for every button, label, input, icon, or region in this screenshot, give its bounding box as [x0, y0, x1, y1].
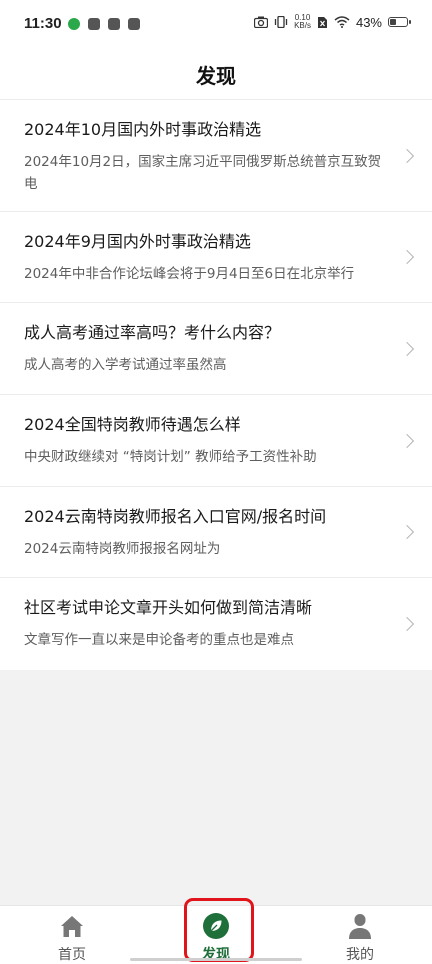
article-desc: 2024年中非合作论坛峰会将于9月4日至6日在北京举行 [24, 266, 355, 282]
article-desc: 中央财政继续对 “特岗计划” 教师给予工资性补助 [24, 449, 317, 465]
article-desc: 文章写作一直以来是申论备考的重点也是难点 [24, 632, 294, 648]
article-title: 2024云南特岗教师报名入口官网/报名时间 [24, 507, 327, 526]
mail-notification-icon [88, 18, 100, 30]
user-icon [349, 914, 371, 939]
wifi-icon [334, 16, 350, 28]
tab-mine[interactable]: 我的 [288, 906, 432, 964]
list-item[interactable]: 2024年9月国内外时事政治精选 2024年中非合作论坛峰会将于9月4日至6日在… [0, 212, 432, 303]
battery-level-fill [390, 19, 397, 25]
chevron-right-icon [399, 341, 415, 356]
chevron-right-icon [399, 148, 415, 163]
page-header: 发现 [0, 50, 432, 100]
chevron-right-icon [399, 616, 415, 632]
list-item[interactable]: 2024全国特岗教师待遇怎么样 中央财政继续对 “特岗计划” 教师给予工资性补助 [0, 395, 432, 487]
article-desc: 2024云南特岗教师报报名网址为 [24, 541, 221, 557]
article-title: 2024年9月国内外时事政治精选 [24, 232, 251, 251]
chevron-right-icon [399, 433, 415, 448]
vibrate-icon [274, 16, 288, 28]
net-speed-unit: KB/s [294, 21, 311, 30]
article-desc: 2024年10月2日，国家主席习近平同俄罗斯总统普京互致贺电 [24, 154, 382, 192]
article-title: 成人高考通过率高吗？考什么内容？ [24, 323, 281, 342]
app-notification-icon [128, 18, 140, 30]
sync-notification-icon [108, 18, 120, 30]
status-bar: 11:30 0.10 KB/s 43% [0, 0, 432, 50]
home-indicator[interactable] [130, 958, 302, 961]
home-icon [61, 916, 83, 937]
status-right: 0.10 KB/s 43% [254, 14, 411, 30]
notification-icons [68, 18, 140, 30]
active-tab-highlight [184, 898, 254, 962]
tab-home-label: 首页 [58, 947, 86, 963]
net-speed: 0.10 KB/s [294, 14, 311, 30]
tab-mine-label: 我的 [346, 947, 374, 963]
battery-icon [388, 17, 411, 27]
chevron-right-icon [399, 524, 415, 540]
chevron-right-icon [399, 249, 415, 265]
status-time: 11:30 [24, 15, 62, 32]
page-title: 发现 [196, 64, 236, 88]
list-item[interactable]: 2024云南特岗教师报名入口官网/报名时间 2024云南特岗教师报报名网址为 [0, 487, 432, 578]
article-list: 2024年10月国内外时事政治精选 2024年10月2日，国家主席习近平同俄罗斯… [0, 100, 432, 670]
battery-percent: 43% [355, 14, 382, 30]
article-title: 2024全国特岗教师待遇怎么样 [24, 415, 241, 434]
camera-icon [254, 16, 269, 28]
list-item[interactable]: 2024年10月国内外时事政治精选 2024年10月2日，国家主席习近平同俄罗斯… [0, 100, 432, 212]
article-title: 社区考试申论文章开头如何做到简洁清晰 [24, 598, 313, 617]
article-title: 2024年10月国内外时事政治精选 [24, 120, 262, 139]
tab-home[interactable]: 首页 [0, 906, 144, 964]
article-desc: 成人高考的入学考试通过率虽然高 [24, 357, 227, 373]
list-item[interactable]: 成人高考通过率高吗？考什么内容？ 成人高考的入学考试通过率虽然高 [0, 303, 432, 395]
no-sim-icon [317, 16, 327, 28]
list-item[interactable]: 社区考试申论文章开头如何做到简洁清晰 文章写作一直以来是申论备考的重点也是难点 [0, 578, 432, 670]
wechat-notification-icon [68, 18, 80, 30]
